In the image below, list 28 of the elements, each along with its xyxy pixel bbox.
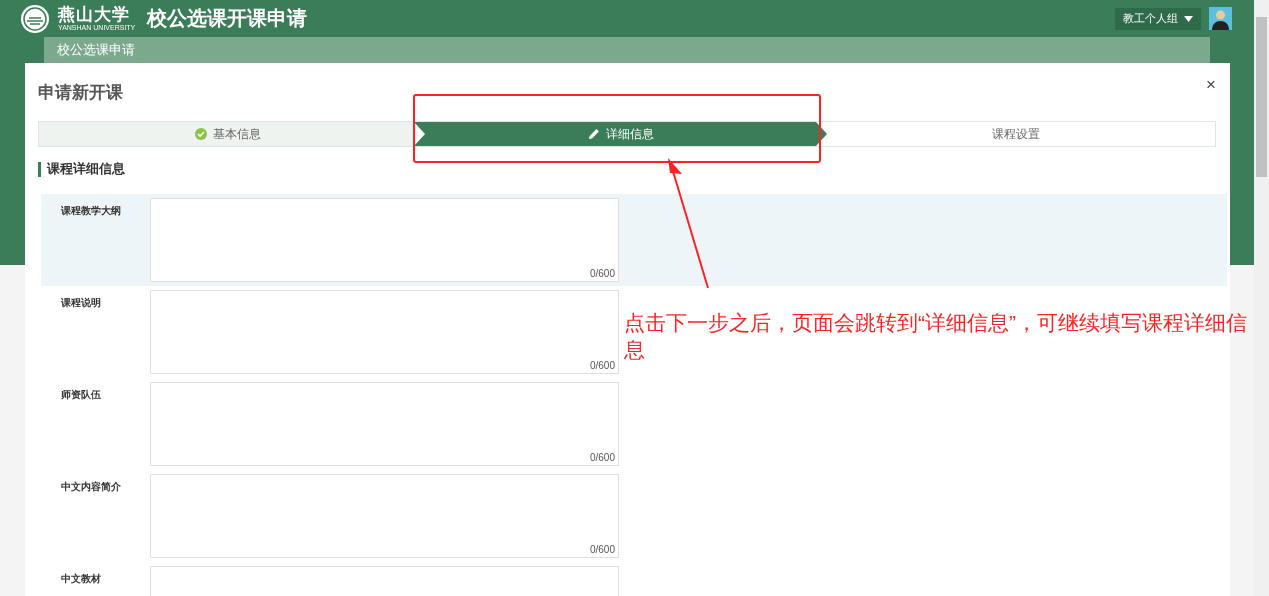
field-label: 课程教学大纲 [61,204,122,218]
text-area-field[interactable]: 0/600 [150,382,619,466]
page-title: 校公选课开课申请 [147,6,308,31]
field-label: 中文教材 [61,572,102,586]
close-button[interactable]: × [1206,75,1216,95]
avatar-icon[interactable] [1209,7,1232,30]
pencil-icon [587,128,600,140]
step-tab[interactable]: 详细信息 [414,122,827,146]
char-counter: 0/600 [589,360,615,371]
field-label: 师资队伍 [61,388,102,402]
text-area-field[interactable]: 0/600 [150,198,619,282]
char-counter: 0/600 [589,452,615,463]
user-menu[interactable]: 教工个人组 [1115,7,1201,30]
field-label: 中文内容简介 [61,480,122,494]
logo-text: 燕山大学 [58,6,131,23]
check-circle-icon [194,128,207,140]
annotation-text: 点击下一步之后，页面会跳转到“详细信息”，可继续填写课程详细信息 [624,310,1248,363]
field-label: 课程说明 [61,296,102,310]
step-tab[interactable]: 基本信息 [39,122,416,146]
caret-icon [1184,15,1193,22]
section-title: 课程详细信息 [47,160,125,178]
dialog-title: 申请新开课 [38,82,123,104]
char-counter: 0/600 [589,268,615,279]
university-emblem-icon [20,3,50,34]
text-area-field[interactable]: 0/600 [150,474,619,558]
text-area-field[interactable]: 0/600 [150,290,619,374]
breadcrumb-text: 校公选课申请 [57,41,135,59]
char-counter: 0/600 [589,544,615,555]
